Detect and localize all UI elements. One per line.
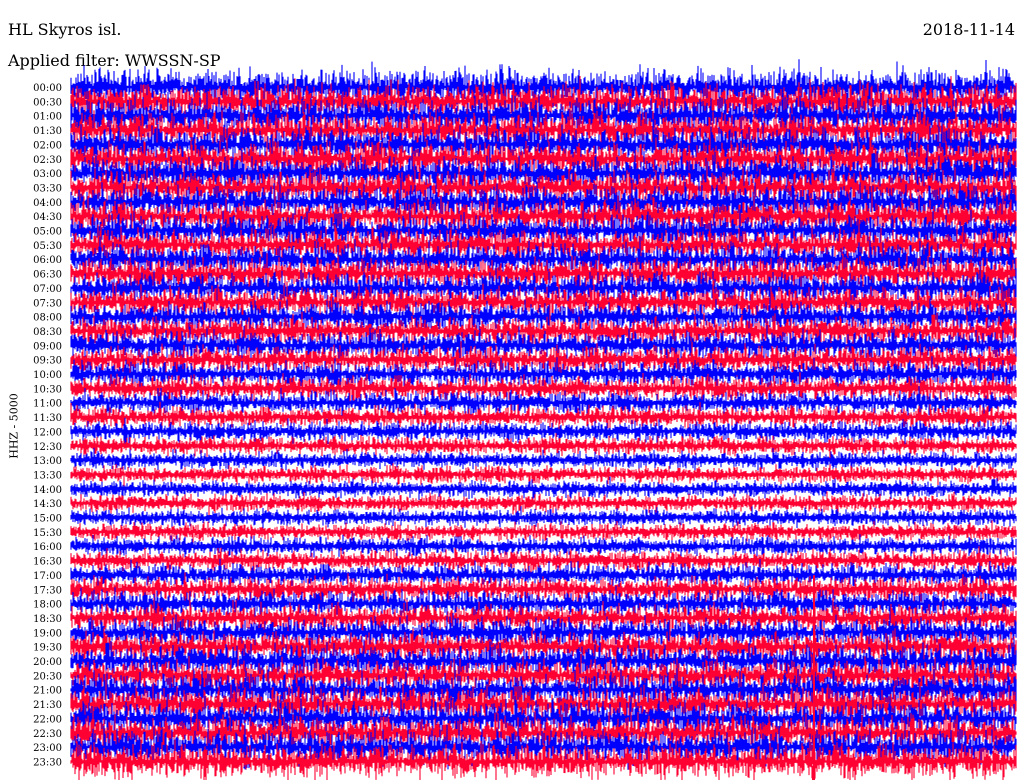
row-time-label: 19:00 — [33, 628, 62, 639]
row-time-label: 22:30 — [33, 729, 62, 740]
row-time-label: 07:00 — [33, 284, 62, 295]
row-time-label: 03:30 — [33, 183, 62, 194]
row-time-label: 04:30 — [33, 212, 62, 223]
row-time-label: 08:30 — [33, 327, 62, 338]
row-time-label: 01:00 — [33, 112, 62, 123]
row-time-label: 21:00 — [33, 686, 62, 697]
row-time-label: 18:00 — [33, 600, 62, 611]
row-time-label: 12:30 — [33, 442, 62, 453]
row-time-label: 02:30 — [33, 155, 62, 166]
row-time-label: 10:00 — [33, 370, 62, 381]
event-marker — [812, 766, 815, 780]
row-time-label: 16:00 — [33, 542, 62, 553]
row-time-label: 15:00 — [33, 514, 62, 525]
row-time-label: 11:00 — [33, 399, 62, 410]
row-time-label: 03:00 — [33, 169, 62, 180]
row-time-label: 02:00 — [33, 140, 62, 151]
row-time-label: 13:00 — [33, 456, 62, 467]
row-time-label: 19:30 — [33, 643, 62, 654]
row-time-label: 00:30 — [33, 97, 62, 108]
helicorder-plot: 00:00 00:30 01:00 01:30 02:00 02:30 03:00 03:30… — [33, 59, 1017, 780]
row-time-label: 09:30 — [33, 356, 62, 367]
row-time-label: 16:30 — [33, 557, 62, 568]
row-time-label: 08:00 — [33, 313, 62, 324]
row-time-label: 23:00 — [33, 743, 62, 754]
row-time-label: 10:30 — [33, 384, 62, 395]
row-time-label: 06:00 — [33, 255, 62, 266]
row-time-label: 04:00 — [33, 198, 62, 209]
row-time-label: 05:00 — [33, 227, 62, 238]
row-time-label: 13:30 — [33, 470, 62, 481]
row-time-label: 23:30 — [33, 757, 62, 768]
row-time-label: 20:00 — [33, 657, 62, 668]
row-time-label: 18:30 — [33, 614, 62, 625]
row-time-label: 12:00 — [33, 427, 62, 438]
row-time-label: 20:30 — [33, 671, 62, 682]
row-time-label: 17:30 — [33, 585, 62, 596]
row-time-label: 21:30 — [33, 700, 62, 711]
row-time-label: 01:30 — [33, 126, 62, 137]
row-time-label: 15:30 — [33, 528, 62, 539]
row-time-label: 09:00 — [33, 341, 62, 352]
row-time-label: 14:30 — [33, 499, 62, 510]
row-time-label: 05:30 — [33, 241, 62, 252]
row-time-label: 07:30 — [33, 298, 62, 309]
row-time-label: 00:00 — [33, 83, 62, 94]
row-time-label: 14:00 — [33, 485, 62, 496]
row-time-label: 06:30 — [33, 270, 62, 281]
row-time-label: 17:00 — [33, 571, 62, 582]
row-time-label: 22:00 — [33, 714, 62, 725]
row-time-label: 11:30 — [33, 413, 62, 424]
